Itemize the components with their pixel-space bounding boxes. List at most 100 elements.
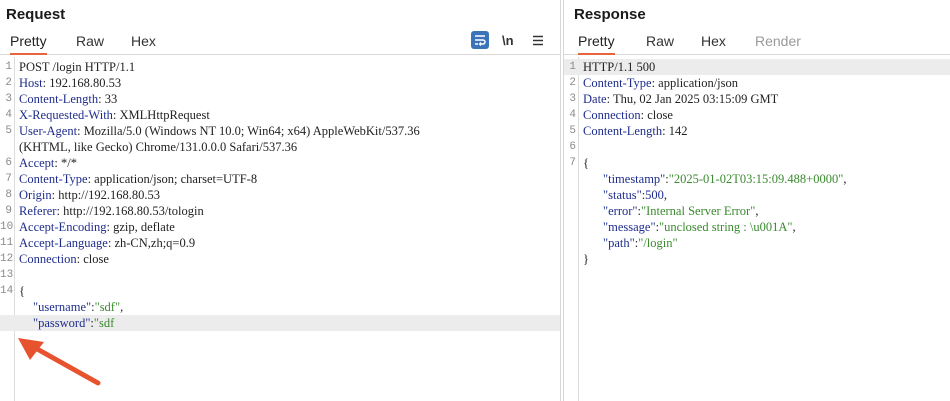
header-value: Thu, 02 Jan 2025 03:15:09 GMT — [610, 92, 779, 106]
line-number: 6 — [5, 157, 12, 169]
line-text: Connection: close — [583, 108, 673, 122]
code-line: "path":"/login" — [564, 235, 950, 251]
code-line: 5 User-Agent: Mozilla/5.0 (Windows NT 10.… — [0, 123, 560, 139]
code-line: 8 Origin: http://192.168.80.53 — [0, 187, 560, 203]
header-value: */* — [57, 156, 77, 170]
code-line: 3 Content-Length: 33 — [0, 91, 560, 107]
json-string-value: "2025-01-02T03:15:09.488+0000" — [668, 172, 844, 186]
line-text: "error":"Internal Server Error", — [603, 204, 759, 218]
header-name: X-Requested-With — [19, 108, 113, 122]
header-name: Host — [19, 76, 43, 90]
header-name: User-Agent — [19, 124, 78, 138]
line-text: Content-Length: 142 — [583, 124, 688, 138]
line-number: 6 — [569, 141, 576, 153]
request-tabs: Pretty Raw Hex \n — [0, 31, 560, 55]
json-punctuation: , — [120, 300, 124, 314]
line-number: 2 — [569, 77, 576, 89]
code-line: 7{ — [564, 155, 950, 171]
header-name: Connection — [19, 252, 77, 266]
code-line: 2 Content-Type: application/json — [564, 75, 950, 91]
line-text: Origin: http://192.168.80.53 — [19, 188, 160, 202]
header-name: Date — [583, 92, 607, 106]
code-line: 4 X-Requested-With: XMLHttpRequest — [0, 107, 560, 123]
header-value: close — [80, 252, 109, 266]
request-tab-raw[interactable]: Raw — [76, 33, 104, 53]
line-text: { — [19, 284, 25, 298]
header-name: Content-Type — [583, 76, 652, 90]
code-line: "message":"unclosed string : \u001A", — [564, 219, 950, 235]
code-line: } — [564, 251, 950, 267]
code-line: (KHTML, like Gecko) Chrome/131.0.0.0 Saf… — [0, 139, 560, 155]
header-name: Accept-Language — [19, 236, 108, 250]
response-editor[interactable]: 1 HTTP/1.1 500 2 Content-Type: application/… — [564, 57, 950, 401]
code-line: 10 Accept-Encoding: gzip, deflate — [0, 219, 560, 235]
line-text: Content-Length: 33 — [19, 92, 118, 106]
header-value: application/json; charset=UTF-8 — [91, 172, 258, 186]
response-tabs: Pretty Raw Hex Render — [564, 32, 950, 55]
json-string-value: "sdf — [93, 316, 115, 330]
hamburger-menu-icon[interactable] — [532, 31, 544, 49]
code-line: 14 { — [0, 283, 560, 299]
json-string-value: "unclosed string : \u001A" — [659, 220, 793, 234]
json-key: "error" — [603, 204, 638, 218]
line-number: 4 — [569, 109, 576, 121]
code-line: 1 POST /login HTTP/1.1 — [0, 59, 560, 75]
json-string-value: "Internal Server Error" — [640, 204, 756, 218]
line-number: 13 — [0, 269, 14, 281]
header-name: Content-Type — [19, 172, 88, 186]
response-tab-pretty[interactable]: Pretty — [578, 33, 615, 55]
json-key: "timestamp" — [603, 172, 666, 186]
request-tab-pretty[interactable]: Pretty — [10, 33, 47, 55]
code-line: 1 HTTP/1.1 500 — [564, 59, 950, 75]
line-number: 3 — [5, 93, 12, 105]
request-pane: Request Pretty Raw Hex \n 1 POST /login H… — [0, 0, 560, 401]
line-number: 8 — [5, 189, 12, 201]
line-number: 5 — [5, 125, 12, 137]
line-number: 12 — [0, 253, 14, 265]
header-name: Accept — [19, 156, 55, 170]
header-value: application/json — [655, 76, 739, 90]
line-number: 4 — [5, 109, 12, 121]
line-text: Host: 192.168.80.53 — [19, 76, 122, 90]
code-line: "error":"Internal Server Error", — [564, 203, 950, 219]
line-text: (KHTML, like Gecko) Chrome/131.0.0.0 Saf… — [19, 140, 298, 154]
json-key: "message" — [603, 220, 656, 234]
header-value: close — [644, 108, 673, 122]
header-name: Origin — [19, 188, 52, 202]
request-tab-hex[interactable]: Hex — [131, 33, 156, 53]
line-text: "path":"/login" — [603, 236, 678, 250]
header-value: http://192.168.80.53/tologin — [59, 204, 204, 218]
json-key: "status" — [603, 188, 642, 202]
header-value: 142 — [665, 124, 688, 138]
line-text: { — [583, 156, 589, 170]
code-line: 7 Content-Type: application/json; charset… — [0, 171, 560, 187]
code-line: 13 — [0, 267, 560, 283]
response-tab-raw[interactable]: Raw — [646, 33, 674, 53]
line-text: "username":"sdf", — [33, 300, 124, 314]
response-tab-render[interactable]: Render — [755, 33, 801, 53]
code-line: 3 Date: Thu, 02 Jan 2025 03:15:09 GMT — [564, 91, 950, 107]
line-number: 7 — [569, 157, 576, 169]
header-value: 192.168.80.53 — [46, 76, 122, 90]
line-text: POST /login HTTP/1.1 — [19, 60, 136, 74]
header-value: zh-CN,zh;q=0.9 — [111, 236, 196, 250]
line-text: "password":"sdf — [33, 316, 115, 330]
response-tab-hex[interactable]: Hex — [701, 33, 726, 53]
code-line: 4 Connection: close — [564, 107, 950, 123]
code-line: "username":"sdf", — [0, 299, 560, 315]
code-line: "status":500, — [564, 187, 950, 203]
code-line: 11 Accept-Language: zh-CN,zh;q=0.9 — [0, 235, 560, 251]
header-value: Mozilla/5.0 (Windows NT 10.0; Win64; x64… — [80, 124, 420, 138]
line-number: 7 — [5, 173, 12, 185]
line-text: Connection: close — [19, 252, 109, 266]
header-value: 33 — [101, 92, 118, 106]
header-name: Content-Length — [583, 124, 663, 138]
line-number: 2 — [5, 77, 12, 89]
header-name: Content-Length — [19, 92, 99, 106]
newline-toggle-button[interactable]: \n — [502, 31, 514, 49]
line-text: } — [583, 252, 589, 266]
text-wrap-icon[interactable] — [471, 31, 489, 49]
line-text: Content-Type: application/json — [583, 76, 739, 90]
json-punctuation: , — [663, 188, 668, 202]
line-number: 1 — [569, 61, 576, 73]
